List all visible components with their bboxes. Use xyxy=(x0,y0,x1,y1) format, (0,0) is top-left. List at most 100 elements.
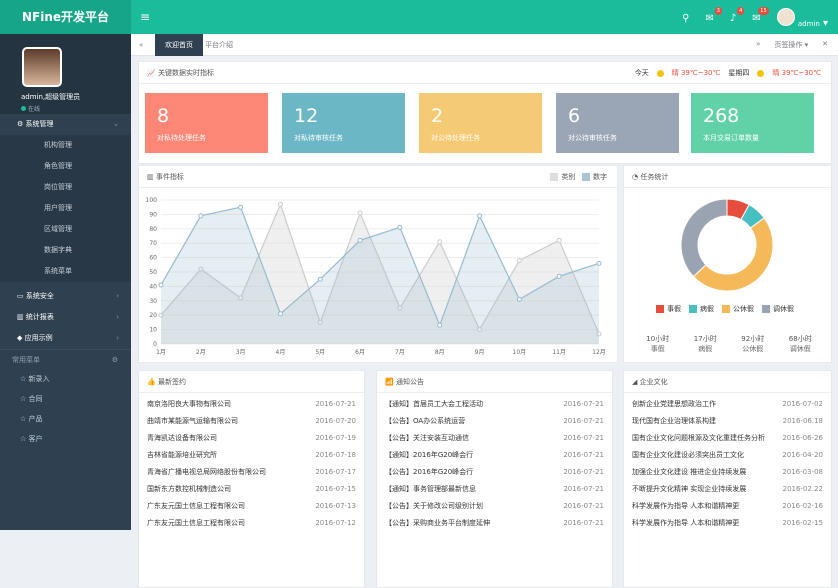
online-status: 在线 xyxy=(21,104,40,113)
quick-item[interactable]: ☆ 产品 xyxy=(0,409,131,429)
bell-button[interactable]: ♪ 4 xyxy=(730,7,745,24)
pie-legend: 事假 病假 公休假 调休假 xyxy=(656,304,794,314)
list-item[interactable]: 【通知】2016年G20峰会行 2016-07-21 xyxy=(377,447,612,464)
message-badge: 15 xyxy=(758,7,769,15)
user-panel: admin,超级管理员 在线 xyxy=(0,34,131,114)
list-item[interactable]: 加强企业文化建设 推进企业持续发展 2016-03-08 xyxy=(624,464,831,481)
stat-card[interactable]: 2 对公待处理任务 xyxy=(419,93,542,153)
list-item[interactable]: 青海省广播电视总局网络股份有限公司 2016-07-17 xyxy=(139,464,364,481)
data-point xyxy=(437,322,443,328)
data-point xyxy=(437,239,443,245)
list-item[interactable]: 【通知】事务管理部最新信息 2016-07-21 xyxy=(377,481,612,498)
sidebar-subitem[interactable]: 数据字典 xyxy=(0,240,131,261)
list-item[interactable]: 吉林省能源培业研究所 2016-07-18 xyxy=(139,447,364,464)
x-tick-label: 2月 xyxy=(196,349,206,356)
list-panel: 📶 通知公告 【通知】首届员工大会工程活动 2016-07-21 【公告】OA办公… xyxy=(376,370,613,588)
y-tick-label: 20 xyxy=(149,312,157,319)
sidebar-subitem[interactable]: 岗位管理 xyxy=(0,177,131,198)
list-item[interactable]: 现代国有企业治理体系构建 2016-06.18 xyxy=(624,413,831,430)
message-button[interactable]: ✉ 15 xyxy=(752,7,769,24)
sidebar-subitem[interactable]: 机构管理 xyxy=(0,135,131,156)
donut-slice xyxy=(692,217,774,292)
page-ops-menu[interactable]: 页签操作 ▾ xyxy=(774,40,808,50)
quick-item[interactable]: ☆ 合同 xyxy=(0,389,131,409)
top-right-tools: ⚲ ✉ 3 ♪ 4 ✉ 15 admin ▾ xyxy=(682,7,828,29)
task-pie-panel: ◔ 任务统计 事假 病假 公休假 调休假 10小时 事假 17小时 病假 92小时公… xyxy=(623,165,832,363)
tab-next-icon[interactable]: » xyxy=(756,40,760,50)
stat-card[interactable]: 6 对公待审核任务 xyxy=(556,93,679,153)
tab-prev-icon[interactable]: « xyxy=(131,34,151,56)
list-panel: 👍 最新签约 南京洛阳良大事物有限公司 2016-07-21 曲靖市某能源气运输有… xyxy=(138,370,365,588)
data-point xyxy=(556,273,562,279)
user-avatar[interactable] xyxy=(22,47,62,87)
list-rows: 南京洛阳良大事物有限公司 2016-07-21 曲靖市某能源气运输有限公司 2016… xyxy=(139,393,364,532)
area-chart: 0 10 20 30 40 50 60 70 80 90 100 1月 2月 3月 4月 5月 6月 7月 8月 9月… xyxy=(146,197,606,356)
quick-item[interactable]: ☆ 新录入 xyxy=(0,369,131,389)
list-item[interactable]: 不断提升文化精神 实现企业持续发展 2016-02.22 xyxy=(624,481,831,498)
data-point xyxy=(397,224,403,230)
list-item[interactable]: 【公告】关于修改公司级别计划 2016-07-21 xyxy=(377,498,612,515)
list-item[interactable]: 创新企业党建思想政治工作 2016-07-02 xyxy=(624,396,831,413)
data-point xyxy=(238,204,244,210)
list-item[interactable]: 国有企业文化问题根源及文化重建任务分析 2016-06-26 xyxy=(624,430,831,447)
sidebar-subitem[interactable]: 用户管理 xyxy=(0,198,131,219)
sun-icon xyxy=(656,69,664,77)
sidebar-item-security[interactable]: ▭ 系统安全 › xyxy=(0,286,131,307)
x-tick-label: 11月 xyxy=(552,349,566,356)
x-tick-label: 6月 xyxy=(355,349,365,356)
list-item[interactable]: 曲靖市某能源气运输有限公司 2016-07-20 xyxy=(139,413,364,430)
data-point xyxy=(317,276,323,282)
list-item[interactable]: 南京洛阳良大事物有限公司 2016-07-21 xyxy=(139,396,364,413)
tab-intro[interactable]: 平台介绍 xyxy=(195,34,243,56)
list-item[interactable]: 【公告】关注安装互动通信 2016-07-21 xyxy=(377,430,612,447)
list-item[interactable]: 【公告】采购商业务平台制度延伸 2016-07-21 xyxy=(377,515,612,532)
y-tick-label: 100 xyxy=(146,197,158,204)
list-item[interactable]: 【公告】2016年G20峰会行 2016-07-21 xyxy=(377,464,612,481)
gear-icon[interactable]: ⚙ xyxy=(112,350,118,370)
stat-card[interactable]: 12 对私待审核任务 xyxy=(282,93,405,153)
pie-title: ◔ 任务统计 xyxy=(624,166,831,188)
list-item[interactable]: 科学发展作为指导 人本和谐精神更 2016-02-16 xyxy=(624,498,831,515)
list-rows: 【通知】首届员工大会工程活动 2016-07-21 【公告】OA办公系统运营 201… xyxy=(377,393,612,532)
x-tick-label: 5月 xyxy=(315,349,325,356)
mail-button[interactable]: ✉ 3 xyxy=(706,7,722,24)
stat-card[interactable]: 268 本月交易订单数量 xyxy=(691,93,814,153)
bell-badge: 4 xyxy=(737,7,745,15)
sidebar-item-reports[interactable]: ▥ 统计报表 › xyxy=(0,307,131,328)
data-point xyxy=(357,237,363,243)
pie-stats: 10小时 事假 17小时 病假 92小时 公休假 68小时 调休假 xyxy=(646,335,812,353)
list-item[interactable]: 【通知】首届员工大会工程活动 2016-07-21 xyxy=(377,396,612,413)
search-icon[interactable]: ⚲ xyxy=(682,13,689,24)
weather: 今天晴 39℃~30℃ 星期四晴 39℃~30℃ xyxy=(634,69,821,77)
data-point xyxy=(516,257,522,263)
list-item[interactable]: 青海凯达设备有限公司 2016-07-19 xyxy=(139,430,364,447)
list-item[interactable]: 国新东方数控机械制造公司 2016-07-15 xyxy=(139,481,364,498)
data-point xyxy=(556,237,562,243)
sidebar-subitem[interactable]: 系统菜单 xyxy=(0,261,131,282)
quick-item[interactable]: ☆ 客户 xyxy=(0,429,131,449)
x-tick-label: 4月 xyxy=(276,349,286,356)
sidebar-item-examples[interactable]: ◆ 应用示例 › xyxy=(0,328,131,349)
list-item[interactable]: 国有企业文化建设必须突出员工文化 2016-04-20 xyxy=(624,447,831,464)
stat-card[interactable]: 8 对私待处理任务 xyxy=(145,93,268,153)
user-menu[interactable]: admin ▾ xyxy=(776,8,828,29)
sidebar-item-system[interactable]: ⚙ 系统管理 ⌄ xyxy=(0,114,131,135)
menu-toggle-icon[interactable]: ≡ xyxy=(140,10,150,24)
list-item[interactable]: 科学发展作为指导 人本和谐精神更 2016-02-15 xyxy=(624,515,831,532)
data-point xyxy=(277,311,283,317)
sidebar-subitem[interactable]: 角色管理 xyxy=(0,156,131,177)
list-item[interactable]: 广东友元国土信息工程有限公司 2016-07-12 xyxy=(139,515,364,532)
sun-icon xyxy=(757,69,765,77)
brand-logo[interactable]: NFine开发平台 xyxy=(0,0,131,34)
avatar xyxy=(776,8,795,26)
data-point xyxy=(477,213,483,219)
list-item[interactable]: 广东友元国土信息工程有限公司 2016-07-13 xyxy=(139,498,364,515)
x-tick-label: 9月 xyxy=(475,349,485,356)
sidebar-subitem[interactable]: 区域管理 xyxy=(0,219,131,240)
list-item[interactable]: 【公告】OA办公系统运营 2016-07-21 xyxy=(377,413,612,430)
fullscreen-icon[interactable]: ✕ xyxy=(822,40,828,50)
data-point xyxy=(277,201,283,207)
donut-chart xyxy=(680,198,774,292)
y-tick-label: 50 xyxy=(149,269,157,276)
y-tick-label: 70 xyxy=(149,240,157,247)
